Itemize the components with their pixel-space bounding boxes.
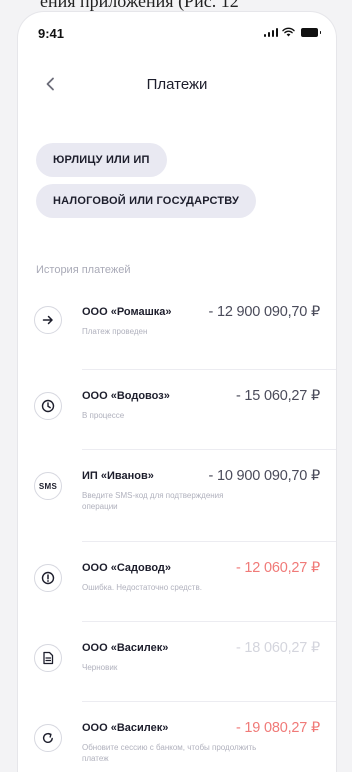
payment-amount: - 12 900 090,70 ₽ [208, 304, 321, 320]
sms-icon-label: SMS [38, 481, 58, 491]
exclamation-icon [34, 564, 62, 592]
payment-row[interactable]: SMS ИП «Иванов» - 10 900 090,70 ₽ Введит… [18, 450, 336, 542]
payment-row[interactable]: ООО «Василек» - 18 060,27 ₽ Черновик [18, 622, 336, 702]
payment-amount: - 19 080,27 ₽ [235, 720, 320, 736]
sms-icon: SMS [34, 472, 62, 500]
payment-status: Обновите сессию с банком, чтобы продолжи… [82, 743, 257, 763]
arrow-right-icon [34, 306, 62, 334]
wifi-icon [282, 27, 295, 37]
payment-status: Платеж проведен [82, 327, 148, 336]
status-system-icons [263, 27, 321, 37]
clock-icon [34, 392, 62, 420]
payment-status: В процессе [82, 411, 125, 420]
phone-screen: 9:41 Платежи ЮРЛИЦУ ИЛИ ИП НАЛОГОВОЙ ИЛИ… [18, 12, 336, 772]
payment-amount: - 12 060,27 ₽ [235, 560, 320, 576]
payee-name: ООО «Василек» [82, 722, 169, 734]
payment-amount: - 18 060,27 ₽ [235, 640, 320, 656]
payment-row[interactable]: ООО «Водовоз» - 15 060,27 ₽ В процессе [18, 370, 336, 450]
payment-history-list: ООО «Ромашка» - 12 900 090,70 ₽ Платеж п… [18, 290, 336, 772]
payment-row[interactable]: ООО «Василек» - 19 080,27 ₽ Обновите сес… [18, 702, 336, 772]
chip-tax-government[interactable]: НАЛОГОВОЙ ИЛИ ГОСУДАРСТВУ [36, 184, 257, 218]
payment-row[interactable]: ООО «Садовод» - 12 060,27 ₽ Ошибка. Недо… [18, 542, 336, 622]
payment-status: Ошибка. Недостаточно средств. [82, 583, 202, 592]
payment-amount: - 10 900 090,70 ₽ [208, 468, 321, 484]
document-icon [34, 644, 62, 672]
payee-name: ООО «Ромашка» [82, 306, 172, 318]
status-time: 9:41 [38, 26, 65, 41]
payee-name: ООО «Василек» [82, 642, 169, 654]
battery-icon [301, 28, 321, 37]
payee-name: ООО «Водовоз» [82, 390, 170, 402]
refresh-icon [34, 724, 62, 752]
payee-name: ООО «Садовод» [82, 562, 172, 574]
page-title: Платежи [146, 76, 208, 93]
payment-row[interactable]: ООО «Ромашка» - 12 900 090,70 ₽ Платеж п… [18, 290, 336, 370]
payee-name: ИП «Иванов» [82, 470, 154, 482]
signal-icon [263, 27, 278, 37]
chip-legal-entity[interactable]: ЮРЛИЦУ ИЛИ ИП [36, 143, 167, 177]
history-label: История платежей [36, 264, 131, 276]
status-bar: 9:41 [18, 12, 336, 52]
payment-status: Черновик [82, 663, 118, 672]
caption-fragment-text: ения приложения (Рис. 12 [40, 0, 239, 11]
payment-amount: - 15 060,27 ₽ [235, 388, 320, 404]
payment-status: Введите SMS-код для подтверждения операц… [82, 491, 224, 511]
